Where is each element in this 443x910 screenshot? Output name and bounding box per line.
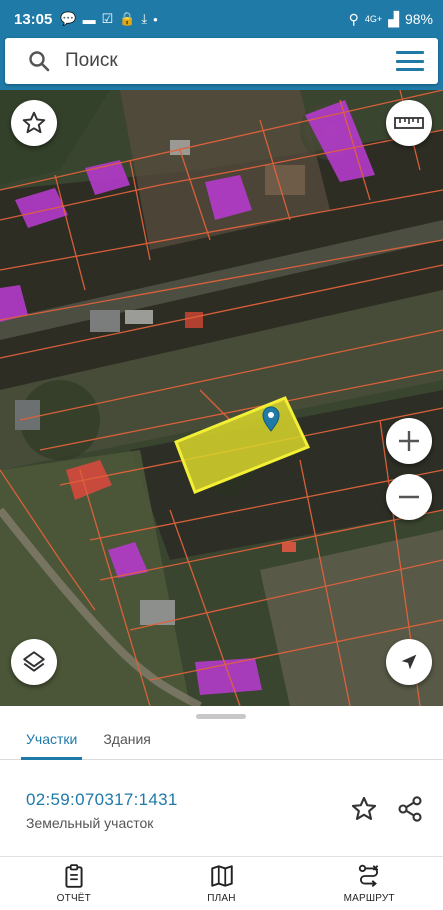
network-label: 4G+ (364, 13, 383, 24)
location-icon: ⚲ (348, 10, 359, 27)
star-icon (22, 111, 46, 134)
nav-plan[interactable]: ПЛАН (148, 857, 296, 910)
map-icon (210, 865, 233, 887)
status-time: 13:05 (14, 10, 53, 28)
star-icon[interactable] (350, 795, 378, 823)
zoom-out-button[interactable] (386, 474, 432, 520)
info-tabs: Участки Здания (0, 720, 443, 760)
parcel-info-sheet: Участки Здания 02:59:070317:1431 Земельн… (0, 706, 443, 856)
navigation-arrow-icon (401, 654, 417, 670)
nav-report-label: ОТЧЁТ (56, 893, 91, 904)
bottom-navigation: ОТЧЁТ ПЛАН МАРШРУТ (0, 856, 443, 910)
parcel-cadastral-number[interactable]: 02:59:070317:1431 (26, 790, 178, 810)
tab-parcels[interactable]: Участки (13, 720, 90, 760)
layers-icon (23, 651, 45, 672)
favorite-map-button[interactable] (11, 100, 57, 146)
download-icon: ⤓ (141, 11, 148, 26)
nav-route-label: МАРШРУТ (343, 893, 395, 904)
layers-button[interactable] (11, 639, 57, 685)
plus-icon (399, 431, 419, 451)
sheet-drag-handle[interactable] (196, 714, 246, 719)
ruler-button[interactable] (386, 100, 432, 146)
dot-icon: • (153, 11, 158, 27)
battery-label: 98% (404, 11, 433, 27)
status-bar: 13:05 💬 ▬ ☑ 🔒 ⤓ • ⚲ 4G+ ▟ 98% (0, 0, 443, 38)
status-right: ⚲ 4G+ ▟ 98% (349, 11, 433, 28)
zoom-in-button[interactable] (386, 418, 432, 464)
locate-button[interactable] (386, 639, 432, 685)
share-icon[interactable] (396, 795, 424, 823)
search-input[interactable] (65, 50, 355, 72)
route-icon (359, 864, 379, 887)
satellite-map[interactable] (0, 90, 443, 706)
tab-buildings[interactable]: Здания (90, 720, 164, 759)
search-bar[interactable] (5, 38, 438, 84)
nav-route[interactable]: МАРШРУТ (295, 857, 443, 910)
notification-icons: 💬 ▬ ☑ 🔒 ⤓ • (60, 11, 157, 27)
signal-icon: ▟ (388, 10, 399, 27)
menu-icon[interactable] (396, 51, 424, 71)
search-icon[interactable] (27, 49, 51, 73)
lock-icon: 🔒 (119, 11, 136, 26)
ruler-icon (394, 117, 424, 129)
clipboard-icon (65, 864, 83, 888)
nav-plan-label: ПЛАН (207, 893, 236, 904)
folder-icon: ▬ (82, 11, 96, 27)
nav-report[interactable]: ОТЧЁТ (0, 857, 148, 910)
map-canvas (0, 90, 443, 706)
minus-icon (399, 495, 419, 499)
chat-icon: 💬 (60, 11, 77, 26)
parcel-type-label: Земельный участок (26, 815, 154, 831)
check-icon: ☑ (101, 11, 114, 26)
